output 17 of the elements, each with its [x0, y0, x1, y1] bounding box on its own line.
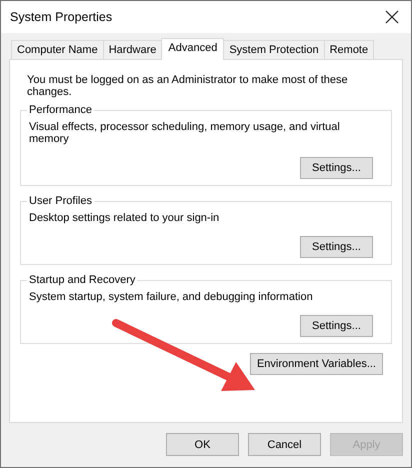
dialog-button[interactable]: OK [166, 433, 239, 456]
notice-text: You must be logged on as an Administrator to make most of these changes. [26, 74, 349, 98]
settings-button[interactable]: Settings... [300, 157, 373, 179]
dialog-button[interactable]: Cancel [248, 433, 321, 456]
tab[interactable]: Remote [324, 40, 374, 59]
settings-button[interactable]: Settings... [300, 236, 373, 258]
group-description: Visual effects, processor scheduling, memory usage, and virtual memory [29, 121, 341, 145]
group-description: Desktop settings related to your sign-in [29, 212, 220, 224]
group-description: System startup, system failure, and debugging information [29, 291, 314, 303]
environment-variables-button[interactable]: Environment Variables... [250, 353, 383, 375]
tab[interactable]: Advanced [161, 38, 224, 60]
group-title: User Profiles [28, 195, 93, 207]
group-title: Performance [28, 104, 93, 116]
group-title: Startup and Recovery [28, 274, 136, 286]
tab[interactable]: Computer Name [11, 40, 104, 59]
window-title: System Properties [10, 10, 112, 24]
settings-button[interactable]: Settings... [300, 315, 373, 337]
